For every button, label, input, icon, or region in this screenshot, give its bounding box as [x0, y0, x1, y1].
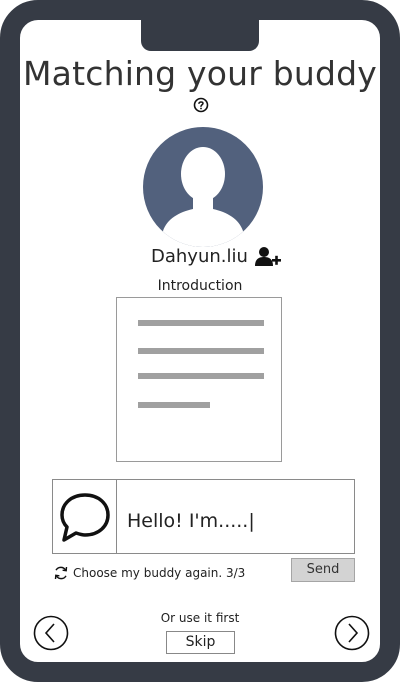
text-placeholder-line — [138, 320, 264, 326]
text-placeholder-line — [138, 402, 210, 408]
rematch-label: Choose my buddy again. 3/3 — [73, 566, 246, 580]
phone-notch — [141, 19, 259, 51]
username: Dahyun.liu — [151, 246, 248, 267]
page-title: Matching your buddy — [23, 54, 377, 93]
add-user-icon[interactable] — [255, 246, 281, 268]
message-text: Hello! I'm.....| — [127, 510, 255, 532]
question-circle-icon[interactable] — [193, 97, 209, 113]
user-avatar-icon — [143, 127, 263, 247]
chevron-right-icon[interactable] — [334, 615, 370, 651]
skip-button[interactable]: Skip — [166, 631, 235, 654]
chat-icon-cell — [53, 480, 117, 553]
intro-box — [116, 297, 282, 462]
text-placeholder-line — [138, 373, 264, 379]
intro-label: Introduction — [157, 278, 243, 294]
text-placeholder-line — [138, 348, 264, 354]
refresh-icon — [54, 566, 68, 580]
send-button[interactable]: Send — [291, 558, 355, 582]
chevron-left-icon[interactable] — [33, 615, 69, 651]
message-input[interactable]: Hello! I'm.....| — [52, 479, 355, 554]
speech-bubble-icon — [60, 493, 110, 542]
rematch-link[interactable]: Choose my buddy again. 3/3 — [53, 565, 245, 581]
